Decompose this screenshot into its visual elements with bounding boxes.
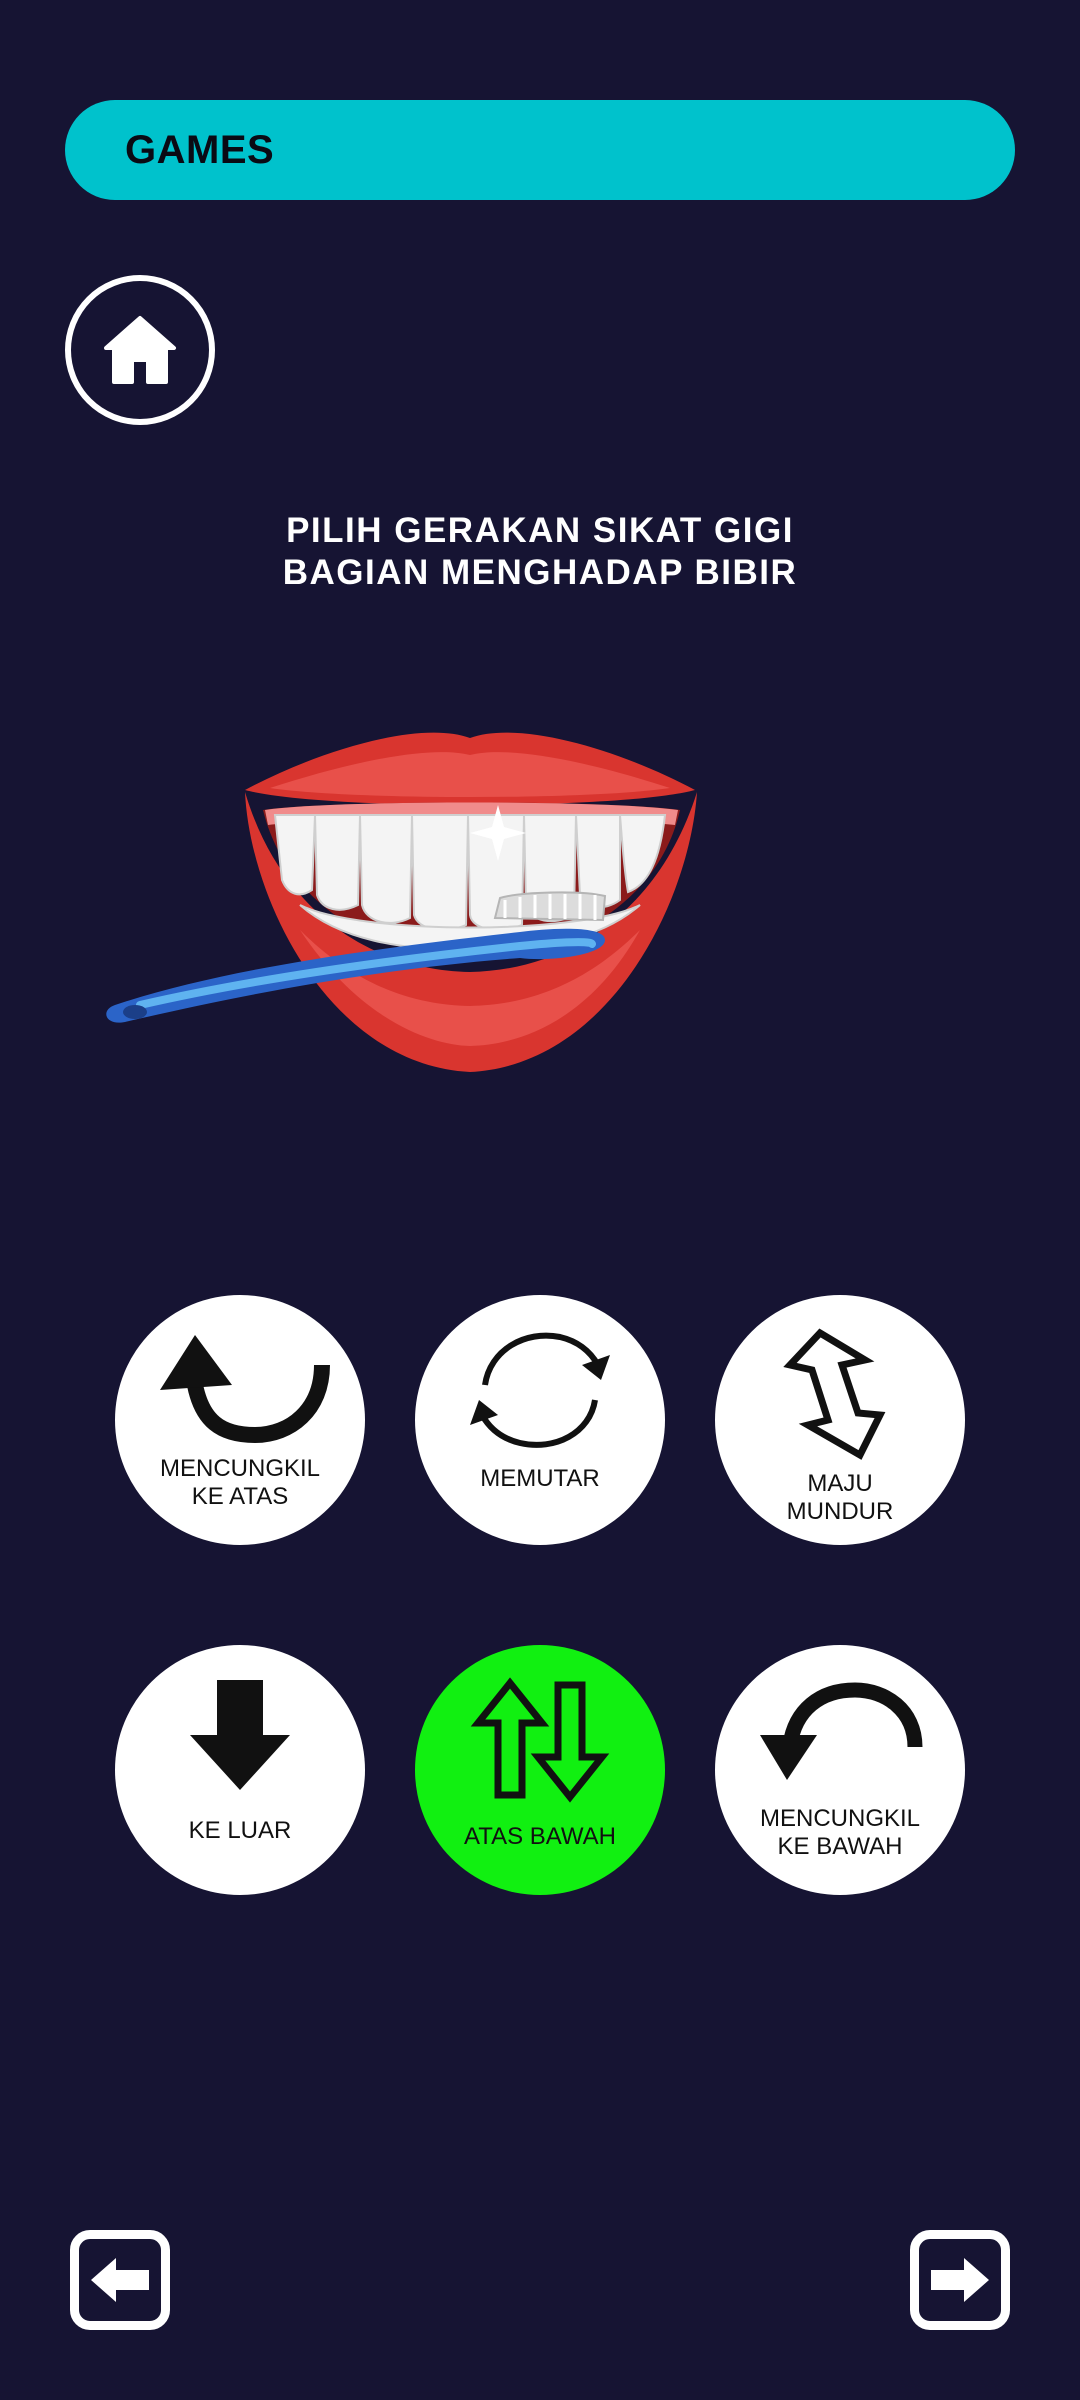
up-down-arrows-icon: [470, 1677, 610, 1803]
header-bar: GAMES: [65, 100, 1015, 200]
arrow-left-icon: [91, 2258, 149, 2302]
next-button[interactable]: [910, 2230, 1010, 2330]
instruction-text: PILIH GERAKAN SIKAT GIGI BAGIAN MENGHADA…: [0, 510, 1080, 594]
choice-atas-bawah[interactable]: ATAS BAWAH: [415, 1645, 665, 1895]
arrow-down-icon: [190, 1680, 290, 1790]
games-screen: GAMES PILIH GERAKAN SIKAT GIGI BAGIAN ME…: [0, 0, 1080, 2400]
header-title: GAMES: [125, 127, 275, 172]
rotate-icon: [470, 1332, 610, 1448]
choice-memutar[interactable]: MEMUTAR: [415, 1295, 665, 1545]
choice-label: MAJU MUNDUR: [786, 1470, 894, 1525]
instruction-line-1: PILIH GERAKAN SIKAT GIGI: [286, 511, 794, 550]
choice-ke-luar[interactable]: KE LUAR: [115, 1645, 365, 1895]
home-button[interactable]: [65, 275, 215, 425]
curved-arrow-down-icon: [760, 1682, 923, 1780]
choice-label: MENCUNGKIL KE ATAS: [159, 1455, 321, 1510]
back-forth-arrow-icon: [783, 1328, 886, 1460]
choice-mencungkil-ke-atas[interactable]: MENCUNGKIL KE ATAS: [115, 1295, 365, 1545]
home-icon: [104, 316, 176, 384]
choice-label: KE LUAR: [188, 1817, 292, 1844]
choice-label: ATAS BAWAH: [463, 1823, 616, 1850]
choice-label: MENCUNGKIL KE BAWAH: [759, 1805, 921, 1860]
instruction-line-2: BAGIAN MENGHADAP BIBIR: [282, 553, 798, 592]
choice-mencungkil-ke-bawah[interactable]: MENCUNGKIL KE BAWAH: [715, 1645, 965, 1895]
choice-maju-mundur[interactable]: MAJU MUNDUR: [715, 1295, 965, 1545]
previous-button[interactable]: [70, 2230, 170, 2330]
arrow-right-icon: [931, 2258, 989, 2302]
curved-arrow-up-icon: [160, 1335, 330, 1444]
choice-label: MEMUTAR: [480, 1465, 600, 1492]
mouth-toothbrush-illustration: [106, 732, 697, 1072]
